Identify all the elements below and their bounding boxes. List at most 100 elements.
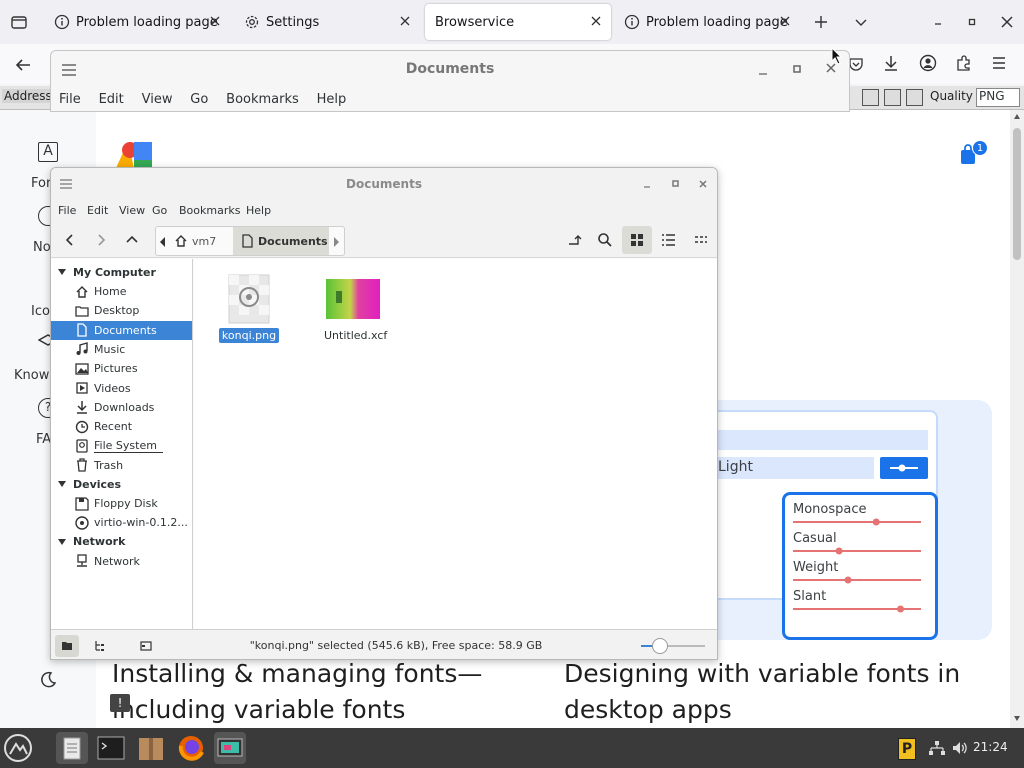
- forward-icon[interactable]: [94, 233, 108, 247]
- maximize-icon[interactable]: [669, 178, 681, 190]
- scroll-thumb[interactable]: [1013, 128, 1021, 260]
- expander-icon[interactable]: [57, 537, 67, 547]
- file-manager-taskbar-icon[interactable]: [56, 732, 88, 764]
- file-view[interactable]: konqi.png Untitled.xcf: [194, 259, 717, 629]
- close-icon[interactable]: [1000, 15, 1014, 29]
- tab-problem-loading-2[interactable]: Problem loading page: [614, 4, 800, 40]
- toggle-location-icon[interactable]: [566, 232, 582, 248]
- rail-label-fonts[interactable]: For: [31, 176, 51, 191]
- firefox-icon[interactable]: [175, 732, 207, 764]
- extensions-icon[interactable]: [955, 54, 973, 72]
- sidebar-item-pictures[interactable]: Pictures: [51, 359, 192, 378]
- menu-file[interactable]: File: [58, 204, 76, 217]
- zoom-slider[interactable]: [641, 638, 705, 654]
- dark-mode-icon[interactable]: [38, 670, 58, 690]
- menu-bookmarks[interactable]: Bookmarks: [226, 92, 299, 107]
- window-titlebar[interactable]: Documents: [51, 168, 717, 200]
- account-icon[interactable]: [919, 54, 937, 72]
- sidebar-item-home[interactable]: Home: [51, 282, 192, 301]
- network-tray-icon[interactable]: [928, 740, 946, 756]
- up-icon[interactable]: [125, 233, 139, 247]
- clock[interactable]: 21:24: [973, 740, 1008, 754]
- close-icon[interactable]: [589, 14, 603, 28]
- menu-help[interactable]: Help: [317, 92, 347, 107]
- sidebar-item-floppy-disk[interactable]: Floppy Disk: [51, 494, 192, 513]
- minimize-icon[interactable]: [641, 178, 653, 190]
- breadcrumb-right-arrow[interactable]: [334, 237, 339, 247]
- clipboard-icon[interactable]: [906, 89, 923, 106]
- compact-view-icon[interactable]: [693, 232, 709, 248]
- archive-icon[interactable]: [135, 732, 167, 764]
- sidebar-item-network[interactable]: Network: [51, 552, 192, 571]
- menu-view[interactable]: View: [142, 92, 173, 107]
- maximize-icon[interactable]: [966, 16, 978, 28]
- screenshot-app-icon[interactable]: [214, 732, 246, 764]
- rail-label-noto[interactable]: No: [33, 240, 51, 255]
- scroll-up-arrow[interactable]: [1014, 114, 1020, 119]
- sidebar-item-trash[interactable]: Trash: [51, 456, 192, 475]
- breadcrumb-home[interactable]: vm7: [174, 227, 216, 255]
- minimize-icon[interactable]: [757, 65, 769, 77]
- sidebar-item-virtio-win-0-1-2[interactable]: virtio-win-0.1.2...: [51, 513, 192, 532]
- sidebar-item-videos[interactable]: Videos: [51, 379, 192, 398]
- menu-bookmarks[interactable]: Bookmarks: [179, 204, 240, 217]
- new-tab-icon[interactable]: [813, 14, 829, 30]
- documents-window-back[interactable]: Documents File Edit View Go Bookmarks He…: [50, 50, 850, 112]
- pocket-icon[interactable]: [848, 56, 864, 72]
- breadcrumb-left-arrow[interactable]: [160, 237, 165, 247]
- volume-icon[interactable]: [951, 740, 969, 756]
- sidebar-header[interactable]: Devices: [57, 475, 121, 493]
- article-heading-installing[interactable]: Installing & managing fonts— including v…: [112, 656, 542, 728]
- menu-file[interactable]: File: [59, 92, 81, 107]
- menu-icon[interactable]: [991, 55, 1007, 71]
- format-select[interactable]: PNG: [976, 88, 1020, 107]
- bookmark-icon[interactable]: [862, 89, 879, 106]
- start-menu-icon[interactable]: [2, 732, 34, 764]
- menu-help[interactable]: Help: [246, 204, 271, 217]
- expander-icon[interactable]: [57, 267, 67, 277]
- maximize-icon[interactable]: [791, 63, 803, 75]
- tab-overview-icon[interactable]: [10, 13, 28, 31]
- close-icon[interactable]: [697, 178, 709, 190]
- sidebar-item-downloads[interactable]: Downloads: [51, 398, 192, 417]
- sidebar-header[interactable]: My Computer: [57, 263, 156, 281]
- menu-go[interactable]: Go: [190, 92, 208, 107]
- minimize-icon[interactable]: [932, 16, 944, 28]
- tab-settings[interactable]: Settings: [234, 4, 420, 40]
- close-icon[interactable]: [398, 14, 412, 28]
- back-icon[interactable]: [63, 233, 77, 247]
- menu-edit[interactable]: Edit: [99, 92, 124, 107]
- rail-label-icons[interactable]: Ico: [31, 304, 50, 319]
- tab-browservice[interactable]: Browservice: [425, 4, 611, 40]
- breadcrumb-current[interactable]: Documents: [233, 227, 329, 255]
- menu-edit[interactable]: Edit: [87, 204, 108, 217]
- icon-view-button[interactable]: [622, 226, 652, 254]
- list-view-icon[interactable]: [661, 232, 677, 248]
- close-icon[interactable]: [208, 14, 222, 28]
- terminal-icon[interactable]: [95, 732, 127, 764]
- sidebar-item-desktop[interactable]: Desktop: [51, 301, 192, 320]
- article-heading-designing[interactable]: Designing with variable fonts in desktop…: [564, 656, 1004, 728]
- close-icon[interactable]: [778, 14, 792, 28]
- page-scrollbar[interactable]: [1010, 110, 1024, 728]
- chevron-down-icon[interactable]: [853, 14, 869, 30]
- sidebar-header[interactable]: Network: [57, 533, 125, 551]
- sidebar-item-documents[interactable]: Documents: [51, 320, 192, 340]
- font-icon[interactable]: A: [38, 142, 58, 162]
- back-arrow-icon[interactable]: [14, 56, 32, 74]
- rail-label-knowledge[interactable]: Knowl: [14, 368, 53, 383]
- file-item[interactable]: konqi.png: [217, 273, 281, 343]
- download-icon[interactable]: [882, 54, 900, 72]
- menu-view[interactable]: View: [119, 204, 145, 217]
- rail-label-faq[interactable]: FA: [36, 432, 51, 447]
- menu-go[interactable]: Go: [152, 204, 167, 217]
- file-item[interactable]: Untitled.xcf: [321, 273, 387, 343]
- sidebar-item-music[interactable]: Music: [51, 340, 192, 359]
- scroll-down-arrow[interactable]: [1014, 716, 1020, 721]
- file-manager-window[interactable]: Documents File Edit View Go Bookmarks He…: [50, 167, 718, 660]
- expander-icon[interactable]: [57, 479, 67, 489]
- sidebar-item-recent[interactable]: Recent: [51, 417, 192, 436]
- tab-problem-loading-1[interactable]: Problem loading page: [44, 4, 230, 40]
- sidebar-item-file-system[interactable]: File System: [51, 436, 192, 455]
- find-icon[interactable]: [884, 89, 901, 106]
